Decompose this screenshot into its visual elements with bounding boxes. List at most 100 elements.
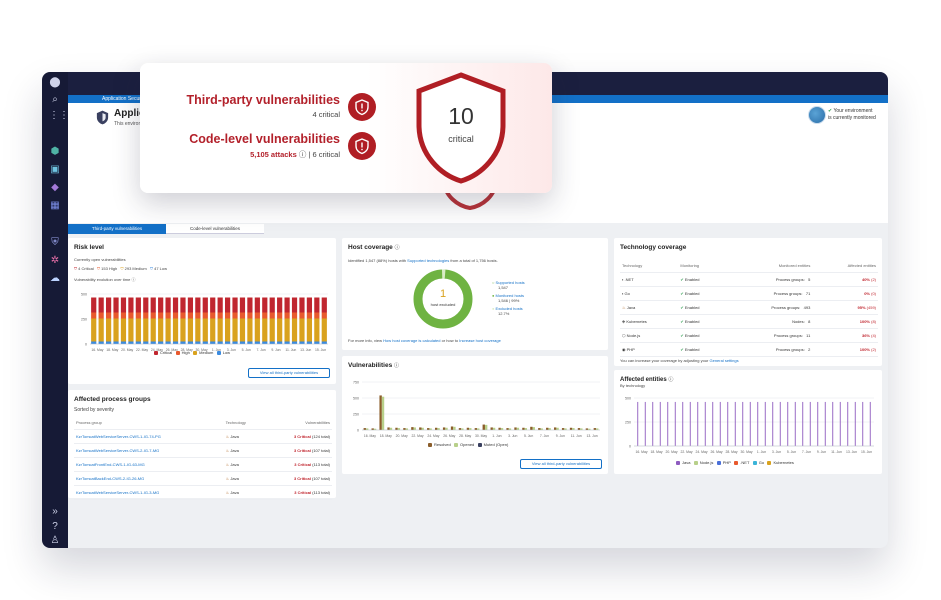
table-row[interactable]: ▪ Go ✔ Enabled Process groups: 71 0% (0) xyxy=(620,286,878,301)
increase-coverage-link[interactable]: Increase host coverage xyxy=(459,338,501,343)
search-icon[interactable]: ⌕ xyxy=(49,94,61,106)
bar-low xyxy=(150,341,156,344)
process-group-name[interactable]: KzrTomcatWebServiceServer-CWS-1-IG-3-MG xyxy=(74,485,224,500)
bar-opened xyxy=(492,427,496,430)
app-hex-icon[interactable]: ⬢ xyxy=(49,146,61,158)
critical-count: 3 Critical xyxy=(293,447,311,453)
bar-low xyxy=(239,341,246,344)
entities-label: Process groups: xyxy=(775,346,805,352)
bar-resolved xyxy=(553,427,557,430)
bar-critical xyxy=(98,297,104,313)
bar-high xyxy=(306,312,313,319)
table-row[interactable]: ◉ PHP ✔ Enabled Process groups: 2 100% (2) xyxy=(620,342,878,357)
info-icon[interactable]: ⓘ xyxy=(668,377,673,383)
table-row[interactable]: ▪ .NET ✔ Enabled Process groups: 5 40% (2) xyxy=(620,272,878,287)
affected-cell: 100% (8) xyxy=(812,314,878,329)
java-icon: ♨ xyxy=(225,447,230,453)
bar-resolved xyxy=(498,427,501,430)
code-level-title[interactable]: Code-level vulnerabilities xyxy=(189,132,340,146)
vulnerabilities-cell: 3 Critical (107 total) xyxy=(264,443,332,458)
process-groups-table: Process group Technology Vulnerabilities… xyxy=(74,417,332,500)
affected-count: (2) xyxy=(871,346,876,352)
table-row[interactable]: ⬡ Node.js ✔ Enabled Process groups: 11 36% … xyxy=(620,328,878,343)
bar-java xyxy=(794,401,796,446)
col-technology: Technology xyxy=(223,417,265,430)
third-party-badge[interactable] xyxy=(348,93,376,121)
bar-critical xyxy=(210,297,216,313)
x-tick-label: 1. Jun xyxy=(757,450,766,454)
table-row[interactable]: ♨ Java ✔ Enabled Process groups: 493 95% (4… xyxy=(620,300,878,315)
bar-low xyxy=(105,341,112,344)
process-group-name[interactable]: KzrTomcatBackEnd-CWS-2-IG-26-MG xyxy=(74,471,224,486)
x-tick-label: 22. May xyxy=(136,348,148,352)
tech-name: ♨ Java xyxy=(620,300,679,315)
security-icon[interactable]: ⛨ xyxy=(49,237,61,249)
code-level-details: 5,105 attacks ⓘ | 6 critical xyxy=(250,149,340,160)
legend-swatch-resolved xyxy=(428,442,432,447)
info-icon[interactable]: ⓘ xyxy=(299,150,307,159)
vulnerabilities-cell: 3 Critical (124 total) xyxy=(264,429,332,444)
entities-cell: Process groups: 71 xyxy=(725,286,813,301)
process-group-name[interactable]: KzrTomcatWebServiceServer-CWS-1-IG-74-PG xyxy=(74,429,224,444)
bar-opened xyxy=(453,426,456,430)
help-icon[interactable]: ? xyxy=(49,521,61,533)
host-coverage-title: Host coverage xyxy=(348,244,393,251)
bar-medium xyxy=(277,318,283,342)
bar-java xyxy=(862,401,864,446)
app-cloud-icon[interactable]: ▣ xyxy=(49,164,61,176)
legend-muted: Muted (Open) xyxy=(483,442,509,447)
bar-java xyxy=(787,401,789,446)
weather-icon[interactable]: ☁ xyxy=(49,273,61,285)
table-row[interactable]: KzrTomcatWebServiceServer-CWS-2-IG-7-MG … xyxy=(74,443,332,458)
affected-pct: 40% xyxy=(861,276,870,282)
bar-resolved xyxy=(546,427,549,430)
info-icon[interactable]: ⓘ xyxy=(395,245,400,251)
process-group-name[interactable]: KzrTomcatFrontEnd-CWS-1-IG-63-MG xyxy=(74,457,224,472)
code-level-badge[interactable] xyxy=(348,132,376,160)
vulnerabilities-legend: Resolved Opened Muted (Open) xyxy=(428,442,508,447)
affected-cell: 40% (2) xyxy=(812,272,878,287)
view-third-party-button[interactable]: View all third-party vulnerabilities xyxy=(248,368,330,378)
affected-pct: 100% xyxy=(859,346,870,352)
logo-icon[interactable]: ⬤ xyxy=(49,77,61,89)
how-calculated-link[interactable]: How host coverage is calculated xyxy=(383,338,440,343)
nodejs-icon: ⬡ xyxy=(622,332,626,338)
table-row[interactable]: ⎈ Kubernetes ✔ Enabled Nodes: 8 100% (8) xyxy=(620,314,878,329)
table-row[interactable]: KzrTomcatBackEnd-CWS-2-IG-26-MG ♨ Java 3… xyxy=(74,471,332,486)
expand-icon[interactable]: » xyxy=(49,506,61,518)
monitoring-cell: ✔ Enabled xyxy=(678,342,726,357)
general-settings-link[interactable]: General settings xyxy=(709,358,738,363)
info-icon[interactable]: ⓘ xyxy=(131,277,135,282)
bar-low xyxy=(262,341,268,344)
affected-count: (4) xyxy=(871,332,876,338)
apps-grid-icon[interactable]: ⋮⋮ xyxy=(49,110,69,122)
app-box-icon[interactable]: ▦ xyxy=(49,200,61,212)
table-row[interactable]: KzrTomcatFrontEnd-CWS-1-IG-63-MG ♨ Java … xyxy=(74,457,332,472)
supported-technologies-link[interactable]: Supported technologies xyxy=(407,258,449,263)
table-row[interactable]: KzrTomcatWebServiceServer-CWS-1-IG-74-PG… xyxy=(74,429,332,444)
tab-third-party[interactable]: Third-party vulnerabilities xyxy=(68,224,166,234)
view-vulnerabilities-button[interactable]: View all third-party vulnerabilities xyxy=(520,459,602,469)
affected-entities-chart: 0 250 500 16. May 18. May 20. May 22. May 24. M… xyxy=(625,397,874,454)
x-tick-label: 16. May xyxy=(635,450,647,454)
high-shield-icon: ⛉ xyxy=(97,266,101,271)
environment-status-text: Your environment is currently monitored xyxy=(828,108,876,121)
tab-code-level[interactable]: Code-level vulnerabilities xyxy=(166,224,264,234)
col-affected-entities: Affected entities xyxy=(812,260,878,273)
app-cube-icon[interactable]: ◆ xyxy=(49,182,61,194)
third-party-title[interactable]: Third-party vulnerabilities xyxy=(186,93,340,107)
monitored-dot-icon: ● xyxy=(492,293,495,298)
cluster-icon[interactable]: ✲ xyxy=(49,255,61,267)
bar-opened xyxy=(413,427,416,430)
process-group-name[interactable]: KzrTomcatWebServiceServer-CWS-2-IG-7-MG xyxy=(74,443,224,458)
col-process-group: Process group xyxy=(74,417,224,430)
bar-java xyxy=(712,401,714,446)
bar-java xyxy=(719,401,721,446)
table-row[interactable]: KzrTomcatWebServiceServer-CWS-1-IG-3-MG … xyxy=(74,485,332,500)
bar-high xyxy=(91,312,97,319)
user-icon[interactable]: ♙ xyxy=(49,535,61,547)
monitoring-cell: ✔ Enabled xyxy=(678,272,726,287)
info-icon[interactable]: ⓘ xyxy=(394,363,399,369)
php-icon: ◉ xyxy=(622,346,626,352)
bar-java xyxy=(757,401,759,446)
